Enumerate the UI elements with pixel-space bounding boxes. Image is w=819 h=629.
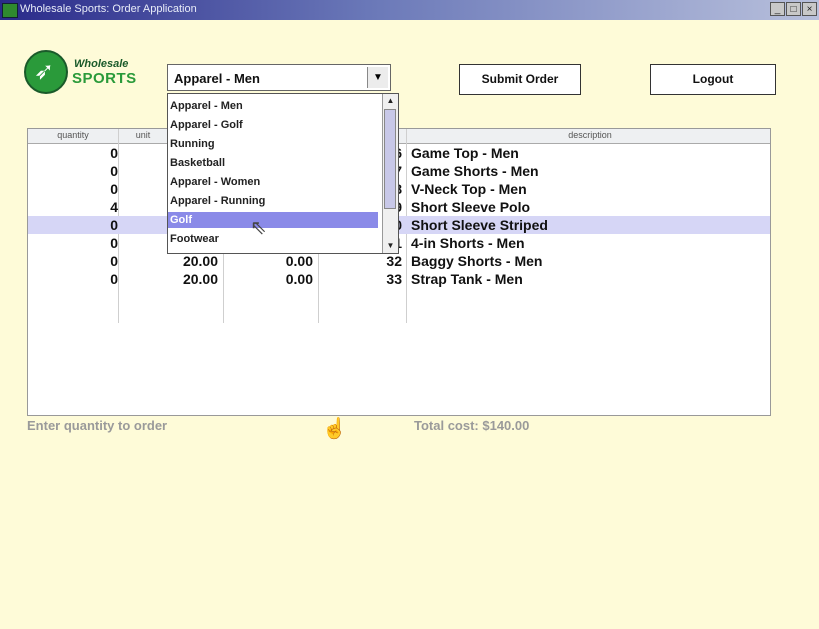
dropdown-scrollbar[interactable]: ▲ ▼ <box>382 94 398 253</box>
total-cost: Total cost: $140.00 <box>414 418 530 433</box>
dropdown-option[interactable]: Apparel - Running <box>168 193 378 209</box>
description-cell: V-Neck Top - Men <box>411 181 527 197</box>
table-row[interactable]: 028V-Neck Top - Men <box>28 180 770 198</box>
table-row[interactable]: 0 20.00 0.00 33 Strap Tank - Men <box>28 270 770 288</box>
description-cell: Game Top - Men <box>411 145 519 161</box>
description-cell: Game Shorts - Men <box>411 163 539 179</box>
category-select-value: Apparel - Men <box>174 71 260 86</box>
dropdown-option[interactable]: Footwear <box>168 231 378 247</box>
table-row[interactable]: 0 20.00 0.00 32 Baggy Shorts - Men <box>28 252 770 270</box>
quantity-cell[interactable]: 0 <box>28 271 118 287</box>
description-cell: Baggy Shorts - Men <box>411 253 543 269</box>
category-select[interactable]: Apparel - Men ▼ <box>167 64 391 91</box>
dropdown-option[interactable]: Apparel - Golf <box>168 117 378 133</box>
quantity-cell[interactable]: 0 <box>28 145 118 161</box>
quantity-cell[interactable]: 0 <box>28 235 118 251</box>
unit-price-cell: 20.00 <box>182 271 218 287</box>
table-header: quantity unit # description <box>28 129 770 144</box>
status-hint: Enter quantity to order <box>27 418 168 433</box>
header-quantity: quantity <box>57 130 89 140</box>
hand-cursor-icon: ☝ <box>322 418 347 440</box>
item-number-cell: 33 <box>386 271 402 287</box>
arrow-cursor-icon: ⇖ <box>250 217 267 239</box>
scroll-up-icon[interactable]: ▲ <box>383 94 398 108</box>
description-cell: Strap Tank - Men <box>411 271 523 287</box>
close-button[interactable]: × <box>802 2 817 16</box>
wholesale-sports-logo: ➶ Wholesale SPORTS <box>24 46 156 98</box>
logo-text-line1: Wholesale <box>74 58 129 70</box>
table-row[interactable]: 026Game Top - Men <box>28 144 770 162</box>
header-description: description <box>568 130 612 140</box>
minimize-button[interactable]: _ <box>770 2 785 16</box>
header-unit: unit <box>135 130 151 140</box>
app-icon <box>2 3 18 18</box>
submit-order-button[interactable]: Submit Order <box>459 64 581 95</box>
runner-icon: ➶ <box>24 50 68 94</box>
logout-button[interactable]: Logout <box>650 64 776 95</box>
item-number-cell: 32 <box>386 253 402 269</box>
line-total-cell: 0.00 <box>285 253 313 269</box>
quantity-cell[interactable]: 0 <box>28 163 118 179</box>
app-window: Wholesale Sports: Order Application _ □ … <box>0 0 819 629</box>
quantity-cell[interactable]: 0 <box>28 181 118 197</box>
description-cell: 4-in Shorts - Men <box>411 235 525 251</box>
table-row[interactable]: 027Game Shorts - Men <box>28 162 770 180</box>
dropdown-option[interactable]: Apparel - Men <box>168 98 378 114</box>
quantity-cell[interactable]: 0 <box>28 253 118 269</box>
dropdown-option[interactable]: Running <box>168 136 378 152</box>
quantity-cell[interactable]: 4 <box>28 199 118 215</box>
scroll-thumb[interactable] <box>384 109 396 209</box>
dropdown-option[interactable]: Basketball <box>168 155 378 171</box>
description-cell: Short Sleeve Polo <box>411 199 531 215</box>
dropdown-option[interactable]: Apparel - Women <box>168 174 378 190</box>
unit-price-cell: 20.00 <box>182 253 218 269</box>
table-row[interactable]: 020.000.00314-in Shorts - Men <box>28 234 770 252</box>
logo-text-line2: SPORTS <box>72 70 137 87</box>
dropdown-option[interactable]: Golf <box>168 212 378 228</box>
scroll-down-icon[interactable]: ▼ <box>383 239 398 253</box>
table-row[interactable]: 030Short Sleeve Striped <box>28 216 770 234</box>
window-title: Wholesale Sports: Order Application <box>20 3 197 15</box>
maximize-button[interactable]: □ <box>786 2 801 16</box>
title-bar: Wholesale Sports: Order Application _ □ … <box>0 0 819 20</box>
line-total-cell: 0.00 <box>285 271 313 287</box>
quantity-cell[interactable]: 0 <box>28 217 118 233</box>
chevron-down-icon[interactable]: ▼ <box>367 67 388 88</box>
category-dropdown-list[interactable]: Apparel - Men Apparel - Golf Running Basket… <box>167 93 399 254</box>
description-cell: Short Sleeve Striped <box>411 217 548 233</box>
order-table: quantity unit # description 026Game Top … <box>27 128 771 416</box>
table-row[interactable]: 429Short Sleeve Polo <box>28 198 770 216</box>
